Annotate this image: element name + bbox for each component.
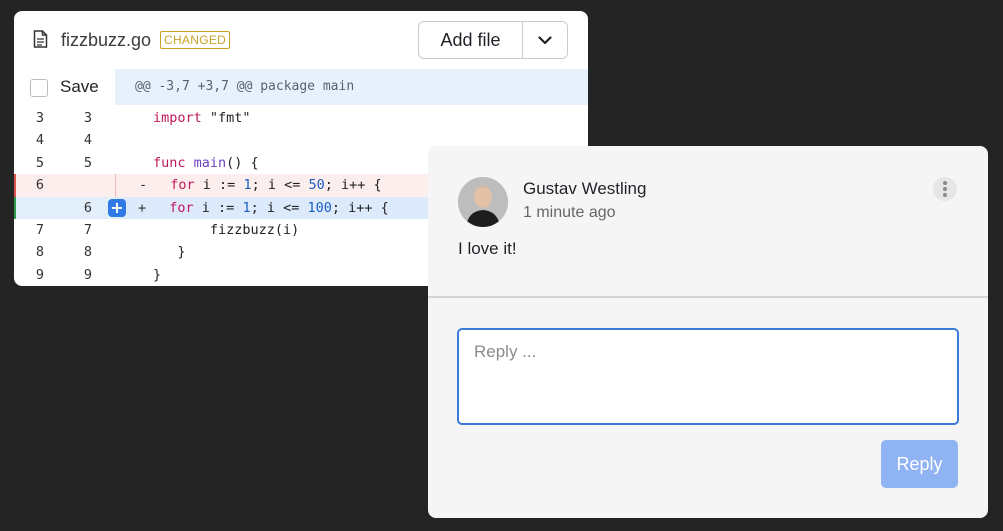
- file-icon: [33, 30, 48, 48]
- add-file-dropdown-button[interactable]: [523, 22, 567, 58]
- new-line-number: 3: [83, 110, 92, 126]
- chevron-down-icon: [538, 35, 552, 44]
- comment-author: Gustav Westling: [523, 179, 647, 198]
- reply-button[interactable]: Reply: [881, 440, 958, 488]
- add-file-button-group: Add file: [418, 21, 568, 59]
- new-line-number: 4: [83, 132, 92, 149]
- file-header: fizzbuzz.go CHANGED Add file: [14, 11, 588, 69]
- code-text: for i := 1; i <= 50; i++ {: [170, 177, 382, 194]
- add-file-button[interactable]: Add file: [419, 22, 523, 58]
- code-area: import "fmt": [115, 107, 588, 129]
- old-line-number: 3: [35, 110, 44, 126]
- reply-input[interactable]: [457, 328, 959, 425]
- diff-gutter-mark: [14, 196, 16, 219]
- old-line-number: 7: [35, 221, 44, 238]
- add-comment-icon[interactable]: +: [108, 198, 126, 217]
- save-checkbox[interactable]: [30, 79, 48, 97]
- comment-panel: Gustav Westling 1 minute ago I love it! …: [428, 146, 988, 518]
- save-row: Save: [14, 74, 115, 106]
- comment-divider: [428, 296, 988, 298]
- diff-line: 3 3 import "fmt": [14, 107, 588, 129]
- diff-sign: -: [139, 177, 148, 194]
- new-line-number: 7: [83, 221, 92, 238]
- code-text: func main() {: [153, 154, 259, 171]
- hunk-header: @@ -3,7 +3,7 @@ package main: [115, 69, 588, 105]
- code-text: fizzbuzz(i): [153, 221, 300, 238]
- code-text: for i := 1; i <= 100; i++ {: [169, 199, 389, 216]
- code-text: import "fmt": [153, 110, 251, 126]
- diff-sign: +: [138, 199, 147, 216]
- avatar-image: [458, 177, 508, 227]
- old-line-number: 4: [35, 132, 44, 149]
- comment-timestamp: 1 minute ago: [523, 204, 616, 221]
- old-line-number: 9: [35, 266, 44, 283]
- file-name: fizzbuzz.go: [61, 30, 152, 50]
- new-line-number: 9: [83, 266, 92, 283]
- code-text: }: [153, 244, 186, 261]
- status-badge: CHANGED: [160, 31, 231, 49]
- old-line-number: 5: [35, 154, 44, 171]
- avatar: [458, 177, 508, 227]
- more-options-icon[interactable]: [933, 177, 957, 201]
- save-label: Save: [60, 77, 99, 96]
- new-line-number: 5: [83, 154, 92, 171]
- new-line-number: 6: [83, 199, 92, 216]
- comment-body: I love it!: [458, 239, 517, 258]
- code-text: }: [153, 266, 162, 283]
- old-line-number: 6: [35, 177, 44, 194]
- old-line-number: 8: [35, 244, 44, 261]
- new-line-number: 8: [83, 244, 92, 261]
